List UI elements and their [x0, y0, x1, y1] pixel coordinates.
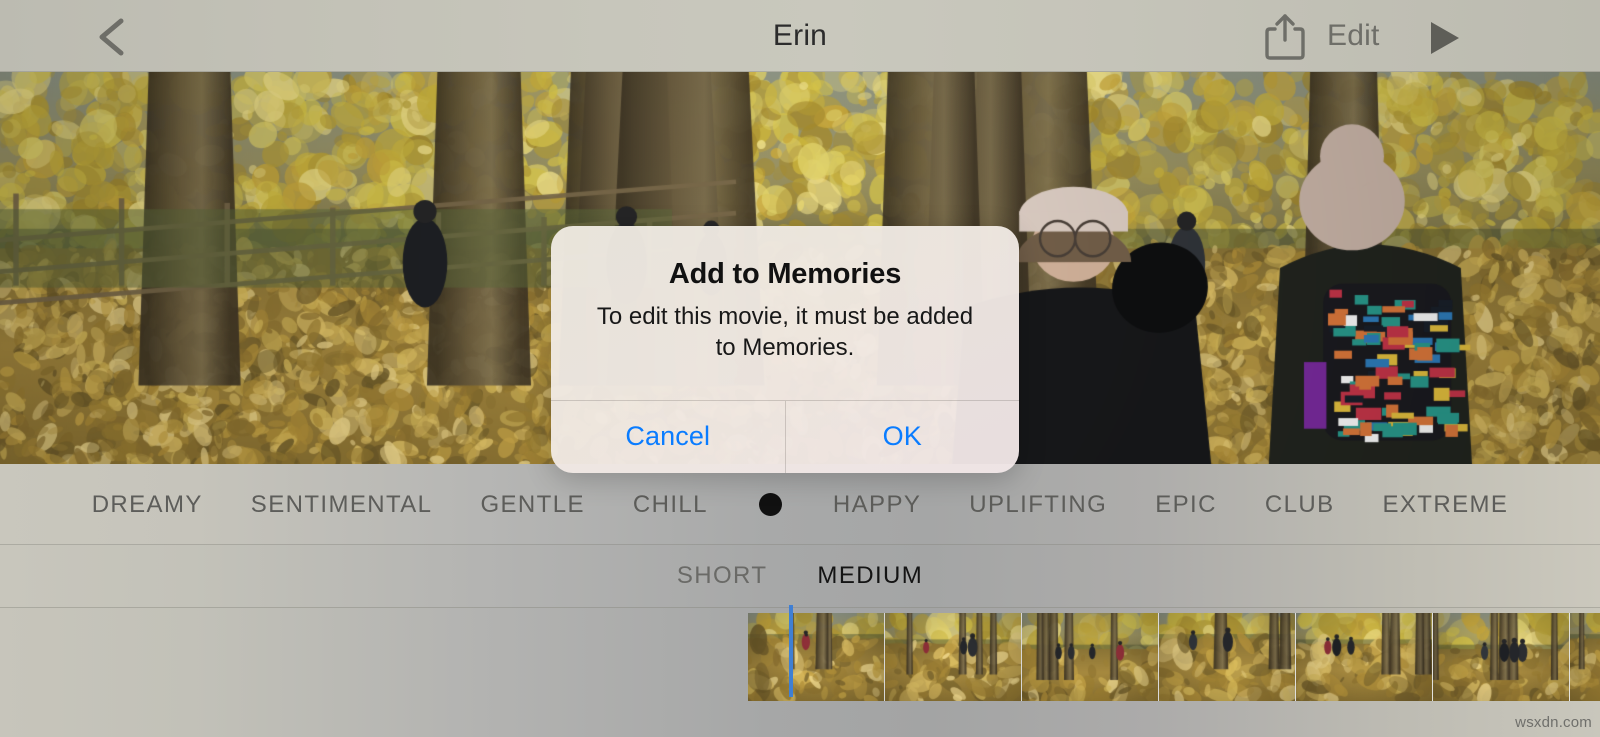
mood-item-chill[interactable]: CHILL: [609, 491, 732, 519]
filmstrip-thumbnail[interactable]: [1022, 613, 1159, 701]
mood-item-gentle[interactable]: GENTLE: [456, 491, 608, 519]
playhead-marker[interactable]: [789, 605, 793, 697]
filmstrip-bar: wsxdn.com: [0, 608, 1600, 737]
edit-button[interactable]: Edit: [1327, 0, 1380, 72]
filmstrip-thumbnail[interactable]: [885, 613, 1022, 701]
mood-item-club[interactable]: CLUB: [1241, 491, 1359, 519]
watermark: wsxdn.com: [1515, 714, 1592, 731]
mood-item-happy[interactable]: HAPPY: [809, 491, 945, 519]
navigation-bar: Erin Edit: [0, 0, 1600, 72]
filmstrip-thumbnail[interactable]: [1159, 613, 1296, 701]
filmstrip-thumbnail[interactable]: [1433, 613, 1570, 701]
dialog-button-row: Cancel OK: [551, 399, 1020, 473]
duration-item-medium[interactable]: MEDIUM: [817, 562, 923, 590]
duration-selector[interactable]: SHORT MEDIUM: [0, 545, 1600, 608]
mood-item-extreme[interactable]: EXTREME: [1358, 491, 1532, 519]
mood-selector[interactable]: DREAMY SENTIMENTAL GENTLE CHILL HAPPY UPLIFTI…: [0, 464, 1600, 545]
mood-item-dreamy[interactable]: DREAMY: [68, 491, 227, 519]
cancel-button[interactable]: Cancel: [551, 401, 785, 473]
dialog-body: Add to Memories To edit this movie, it m…: [551, 226, 1019, 400]
selected-dot-icon[interactable]: [758, 493, 782, 516]
filmstrip-thumbnail[interactable]: [1296, 613, 1433, 701]
mood-item-sentimental[interactable]: SENTIMENTAL: [227, 491, 457, 519]
photos-movie-editor-screen: Erin Edit DREAMY SENTIMENTAL GENTLE CHILL HA…: [0, 0, 1600, 737]
add-to-memories-dialog: Add to Memories To edit this movie, it m…: [551, 226, 1019, 473]
mood-selector-row: DREAMY SENTIMENTAL GENTLE CHILL HAPPY UPLIFTI…: [0, 464, 1600, 545]
share-button[interactable]: [1262, 12, 1308, 62]
filmstrip-thumbnail[interactable]: [748, 613, 885, 701]
mood-item-epic[interactable]: EPIC: [1131, 491, 1241, 519]
play-icon: [1431, 22, 1459, 54]
ok-button[interactable]: OK: [786, 401, 1020, 473]
share-icon: [1265, 14, 1305, 60]
filmstrip-thumbnail[interactable]: [1570, 613, 1600, 701]
dialog-title: Add to Memories: [668, 258, 902, 290]
filmstrip-track[interactable]: [748, 613, 1600, 701]
dialog-message: To edit this movie, it must be added to …: [596, 303, 974, 362]
mood-item-uplifting[interactable]: UPLIFTING: [945, 491, 1131, 519]
duration-item-short[interactable]: SHORT: [677, 562, 768, 590]
play-button[interactable]: [1425, 20, 1465, 56]
